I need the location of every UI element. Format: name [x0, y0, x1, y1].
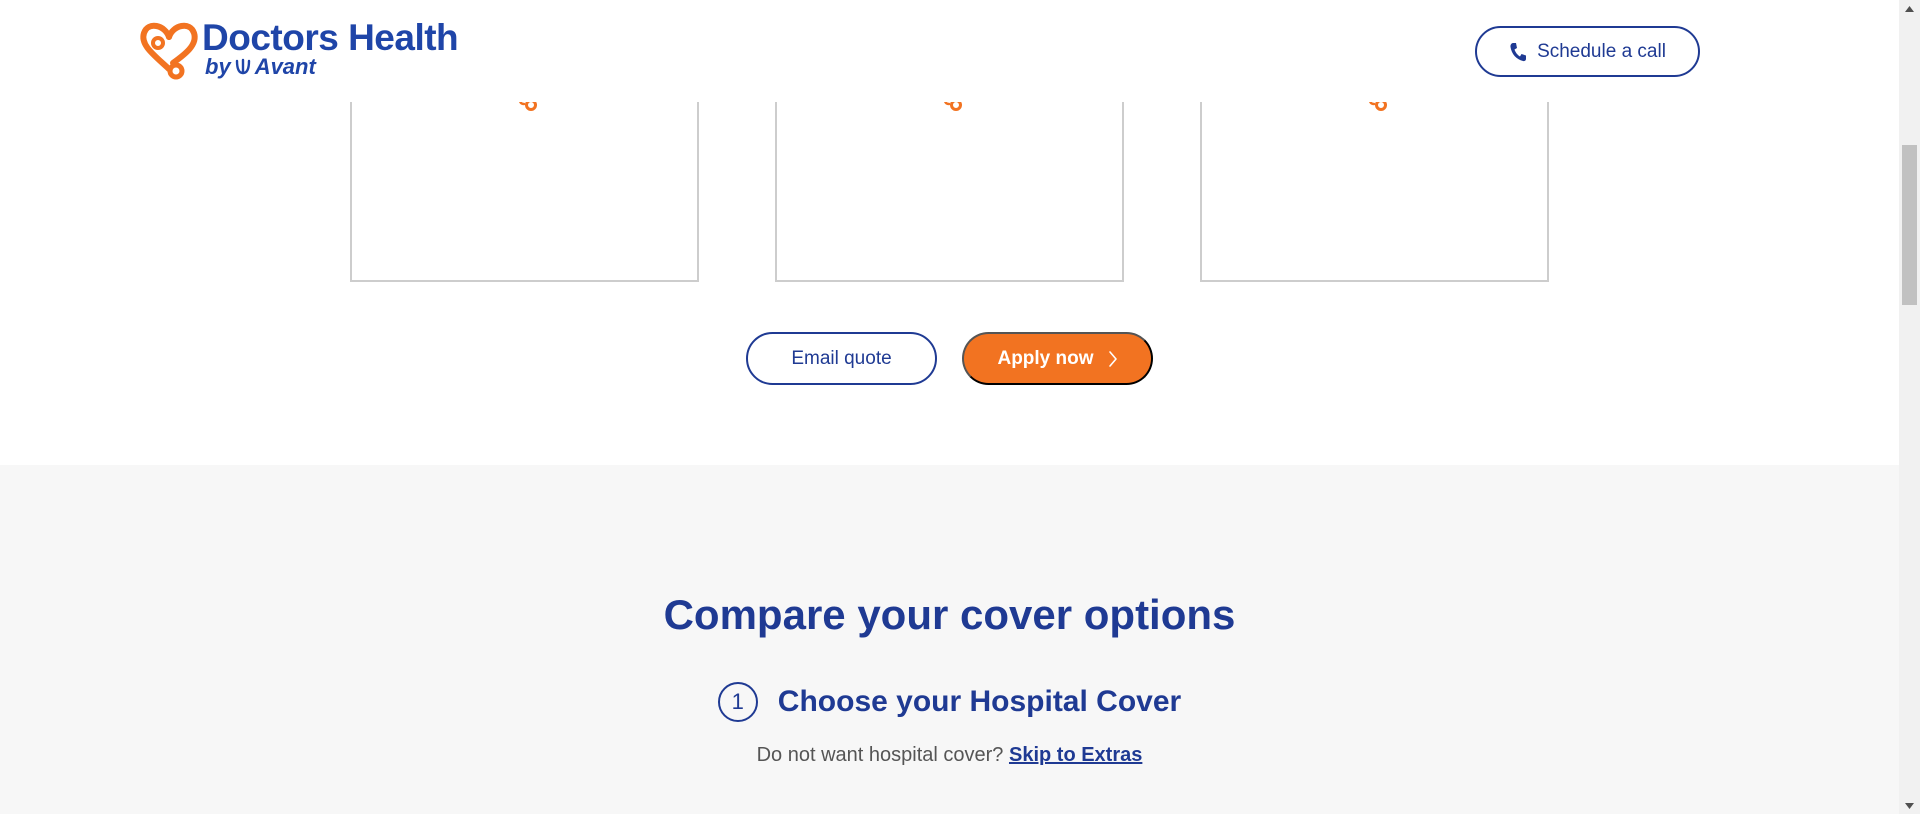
- site-header: Doctors Health by Avant Schedule a call: [0, 0, 1899, 102]
- compare-heading-strong: Compare: [663, 591, 846, 638]
- logo-title: Doctors Health: [202, 17, 459, 58]
- apply-now-button[interactable]: Apply now: [962, 332, 1153, 385]
- compare-heading: Compare your cover options: [0, 591, 1899, 639]
- compare-section: Compare your cover options 1 Choose your…: [0, 465, 1899, 814]
- cover-card: [775, 95, 1124, 282]
- scrollbar-thumb[interactable]: [1902, 145, 1917, 305]
- logo-sub-brand: Avant: [254, 54, 316, 79]
- compare-heading-rest: your cover options: [845, 591, 1236, 638]
- phone-icon: [1510, 42, 1527, 61]
- scroll-up-arrow-icon[interactable]: [1899, 0, 1920, 17]
- schedule-call-button[interactable]: Schedule a call: [1475, 26, 1700, 77]
- email-quote-button[interactable]: Email quote: [746, 332, 937, 385]
- chevron-right-icon: [1108, 350, 1117, 367]
- step-row: 1 Choose your Hospital Cover: [0, 682, 1899, 722]
- skip-prefix: Do not want hospital cover?: [756, 744, 1004, 766]
- apply-now-label: Apply now: [997, 347, 1094, 369]
- step-number-badge: 1: [717, 682, 758, 722]
- skip-row: Do not want hospital cover? Skip to Extr…: [0, 744, 1899, 767]
- avant-logo-icon: [235, 58, 250, 75]
- cover-card: [1200, 95, 1549, 282]
- schedule-call-label: Schedule a call: [1537, 40, 1666, 62]
- heart-stethoscope-icon: [140, 22, 198, 80]
- skip-to-extras-link[interactable]: Skip to Extras: [1009, 744, 1142, 766]
- logo-sub-by: by: [205, 54, 231, 79]
- scroll-down-arrow-icon[interactable]: [1899, 797, 1920, 814]
- logo-link[interactable]: Doctors Health by Avant: [138, 15, 468, 85]
- page: Doctors Health by Avant Schedule a call: [0, 0, 1899, 814]
- step-title: Choose your Hospital Cover: [777, 685, 1182, 718]
- page-scrollbar[interactable]: [1899, 0, 1920, 814]
- cover-card: [350, 95, 699, 282]
- logo-subtitle: by Avant: [205, 54, 316, 80]
